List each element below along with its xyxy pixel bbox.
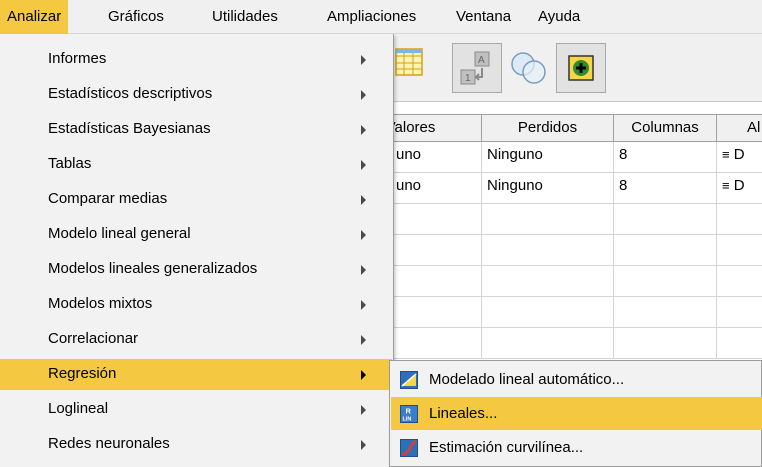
menu-ventana[interactable]: Ventana	[449, 0, 518, 34]
column-header-alineacion[interactable]: Al	[717, 114, 762, 142]
menu-item-modelos-lineales-generalizados[interactable]: Modelos lineales generalizados	[0, 254, 392, 285]
automatic-linear-modeling-icon	[400, 371, 418, 389]
add-icon	[568, 55, 594, 81]
alignment-value: D	[733, 177, 745, 194]
table-cell[interactable]: ≡ D	[717, 142, 762, 173]
submenu-arrow-icon	[361, 160, 366, 170]
column-header-perdidos[interactable]: Perdidos	[482, 114, 614, 142]
menu-item-label: Loglineal	[48, 400, 109, 417]
table-cell[interactable]: 8	[614, 173, 717, 204]
svg-text:LIN: LIN	[403, 417, 412, 423]
align-left-icon: ≡	[722, 178, 730, 193]
submenu-arrow-icon	[361, 405, 366, 415]
menu-item-label: Comparar medias	[48, 190, 168, 207]
menu-item-tablas[interactable]: Tablas	[0, 149, 392, 180]
empty-cell[interactable]	[614, 235, 717, 266]
empty-cell[interactable]	[717, 297, 762, 328]
curve-estimation-icon	[400, 439, 418, 457]
empty-cell[interactable]	[614, 328, 717, 359]
alignment-value: D	[733, 146, 745, 163]
value-labels-icon: A 1	[460, 51, 490, 85]
menu-utilidades[interactable]: Utilidades	[205, 0, 285, 34]
empty-cell[interactable]	[482, 266, 614, 297]
submenu-item-lineales[interactable]: R LIN Lineales...	[391, 397, 762, 430]
empty-cell[interactable]	[482, 328, 614, 359]
menu-item-label: Regresión	[48, 365, 117, 382]
menu-item-loglineal[interactable]: Loglineal	[0, 394, 392, 425]
empty-cell[interactable]	[614, 204, 717, 235]
table-cell[interactable]: 8	[614, 142, 717, 173]
table-cell[interactable]: Ninguno	[482, 173, 614, 204]
submenu-arrow-icon	[361, 300, 366, 310]
menu-item-regresion[interactable]: Regresión	[0, 359, 392, 390]
table-cell[interactable]: ≡ D	[717, 173, 762, 204]
empty-cell[interactable]	[482, 235, 614, 266]
data-grid-button[interactable]	[394, 43, 444, 93]
value-labels-button[interactable]: A 1	[452, 43, 502, 93]
menu-item-modelo-lineal-general[interactable]: Modelo lineal general	[0, 219, 392, 250]
menu-item-redes-neuronales[interactable]: Redes neuronales	[0, 429, 392, 460]
menu-item-label: Modelos lineales generalizados	[48, 260, 258, 277]
menu-item-label: Tablas	[48, 155, 92, 172]
menu-item-informes[interactable]: Informes	[0, 44, 392, 75]
menu-item-label: Estadísticas Bayesianas	[48, 120, 211, 137]
empty-cell[interactable]	[717, 204, 762, 235]
submenu-arrow-icon	[361, 335, 366, 345]
sets-button[interactable]	[503, 43, 553, 93]
submenu-arrow-icon	[361, 195, 366, 205]
menu-item-estadisticas-bayesianas[interactable]: Estadísticas Bayesianas	[0, 114, 392, 145]
submenu-item-label: Estimación curvilínea...	[429, 439, 584, 456]
submenu-arrow-icon	[361, 440, 366, 450]
sets-icon	[511, 52, 546, 84]
submenu-arrow-icon	[361, 230, 366, 240]
menu-item-label: Modelo lineal general	[48, 225, 191, 242]
empty-cell[interactable]	[482, 297, 614, 328]
menu-item-modelos-mixtos[interactable]: Modelos mixtos	[0, 289, 392, 320]
align-left-icon: ≡	[722, 147, 730, 162]
submenu-item-estimacion-curvilinea[interactable]: Estimación curvilínea...	[391, 431, 762, 464]
menu-item-label: Informes	[48, 50, 107, 67]
menu-item-label: Modelos mixtos	[48, 295, 153, 312]
menu-item-comparar-medias[interactable]: Comparar medias	[0, 184, 392, 215]
menu-item-correlacionar[interactable]: Correlacionar	[0, 324, 392, 355]
analizar-dropdown-menu: Informes Estadísticos descriptivos Estad…	[0, 34, 394, 467]
table-cell[interactable]: Ninguno	[482, 142, 614, 173]
menu-graficos[interactable]: Gráficos	[101, 0, 171, 34]
empty-cell[interactable]	[717, 328, 762, 359]
column-header-columnas[interactable]: Columnas	[614, 114, 717, 142]
submenu-arrow-icon	[361, 90, 366, 100]
submenu-item-label: Modelado lineal automático...	[429, 371, 625, 388]
submenu-item-modelado-lineal-automatico[interactable]: Modelado lineal automático...	[391, 363, 762, 396]
regresion-submenu: Modelado lineal automático... R LIN Line…	[389, 360, 762, 467]
svg-text:A: A	[478, 55, 485, 66]
submenu-arrow-icon	[361, 265, 366, 275]
submenu-arrow-icon	[361, 55, 366, 65]
menu-analizar[interactable]: Analizar	[0, 0, 69, 34]
menu-ampliaciones[interactable]: Ampliaciones	[320, 0, 423, 34]
empty-cell[interactable]	[717, 266, 762, 297]
submenu-arrow-icon	[361, 125, 366, 135]
add-button[interactable]	[556, 43, 606, 93]
empty-cell[interactable]	[717, 235, 762, 266]
submenu-arrow-icon	[361, 370, 366, 380]
empty-cell[interactable]	[614, 297, 717, 328]
linear-regression-icon: R LIN	[400, 405, 418, 423]
empty-cell[interactable]	[482, 204, 614, 235]
menu-ayuda[interactable]: Ayuda	[531, 0, 587, 34]
empty-cell[interactable]	[614, 266, 717, 297]
menu-bar: Analizar Gráficos Utilidades Ampliacione…	[0, 0, 762, 34]
svg-text:1: 1	[465, 73, 471, 84]
data-grid-icon	[395, 48, 423, 76]
menu-item-label: Correlacionar	[48, 330, 139, 347]
menu-item-estadisticos-descriptivos[interactable]: Estadísticos descriptivos	[0, 79, 392, 110]
svg-text:R: R	[406, 407, 412, 416]
submenu-item-label: Lineales...	[429, 405, 498, 422]
menu-item-label: Redes neuronales	[48, 435, 170, 452]
menu-item-label: Estadísticos descriptivos	[48, 85, 213, 102]
